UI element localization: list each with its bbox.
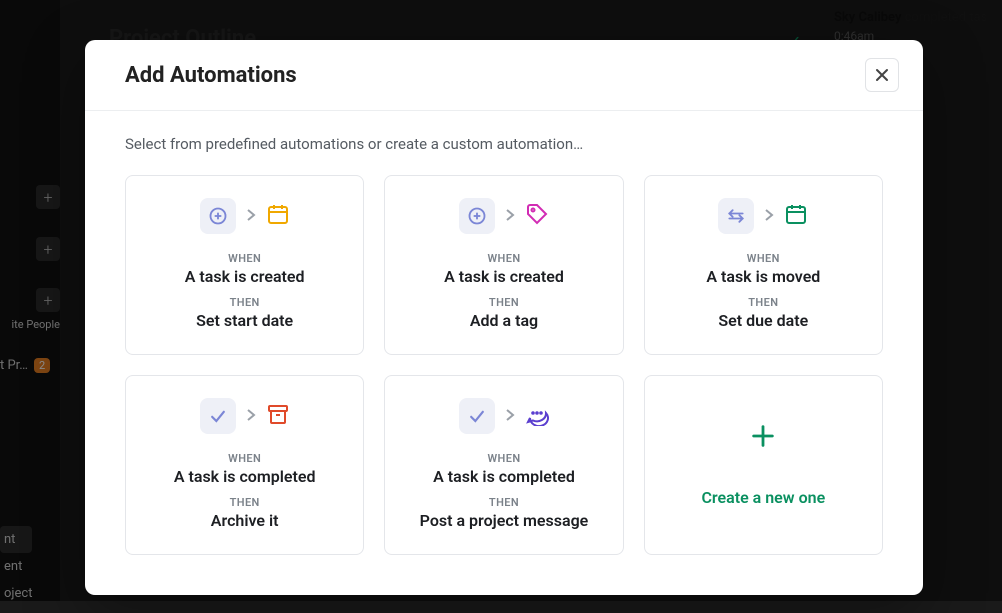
automation-cards: WHEN A task is created THEN Set start da… — [85, 153, 923, 595]
then-label: THEN — [138, 296, 351, 309]
chat-bubble-icon — [525, 402, 549, 430]
automation-card-moved-due-date[interactable]: WHEN A task is moved THEN Set due date — [644, 175, 883, 355]
when-label: WHEN — [657, 252, 870, 265]
when-text: A task is moved — [657, 267, 870, 286]
when-label: WHEN — [138, 452, 351, 465]
card-icons — [397, 398, 610, 434]
close-button[interactable] — [865, 58, 899, 92]
calendar-icon — [784, 202, 808, 230]
card-icons — [138, 398, 351, 434]
automation-card-completed-archive[interactable]: WHEN A task is completed THEN Archive it — [125, 375, 364, 555]
check-icon — [459, 398, 495, 434]
when-text: A task is completed — [397, 467, 610, 486]
modal-title: Add Automations — [125, 63, 297, 88]
automation-card-created-add-tag[interactable]: WHEN A task is created THEN Add a tag — [384, 175, 623, 355]
modal-header: Add Automations — [85, 40, 923, 111]
create-label: Create a new one — [701, 488, 825, 507]
calendar-icon — [266, 202, 290, 230]
check-icon — [200, 398, 236, 434]
create-automation-card[interactable]: Create a new one — [644, 375, 883, 555]
plus-icon — [749, 422, 777, 454]
card-icons — [138, 198, 351, 234]
when-text: A task is created — [397, 267, 610, 286]
swap-arrows-icon — [718, 198, 754, 234]
card-icons — [397, 198, 610, 234]
add-automations-modal: Add Automations Select from predefined a… — [85, 40, 923, 595]
then-text: Set due date — [657, 311, 870, 330]
close-icon — [875, 68, 889, 82]
automation-card-completed-post-message[interactable]: WHEN A task is completed THEN Post a pro… — [384, 375, 623, 555]
archive-icon — [266, 402, 290, 430]
then-text: Post a project message — [397, 511, 610, 530]
then-text: Add a tag — [397, 311, 610, 330]
plus-circle-icon — [200, 198, 236, 234]
chevron-right-icon — [505, 207, 515, 226]
tag-icon — [525, 202, 549, 230]
then-label: THEN — [657, 296, 870, 309]
chevron-right-icon — [246, 407, 256, 426]
when-label: WHEN — [397, 452, 610, 465]
then-label: THEN — [138, 496, 351, 509]
when-label: WHEN — [397, 252, 610, 265]
plus-circle-icon — [459, 198, 495, 234]
modal-subtitle: Select from predefined automations or cr… — [85, 111, 923, 153]
when-text: A task is created — [138, 267, 351, 286]
automation-card-created-start-date[interactable]: WHEN A task is created THEN Set start da… — [125, 175, 364, 355]
when-label: WHEN — [138, 252, 351, 265]
chevron-right-icon — [246, 207, 256, 226]
chevron-right-icon — [764, 207, 774, 226]
then-text: Set start date — [138, 311, 351, 330]
when-text: A task is completed — [138, 467, 351, 486]
then-label: THEN — [397, 296, 610, 309]
card-icons — [657, 198, 870, 234]
chevron-right-icon — [505, 407, 515, 426]
then-label: THEN — [397, 496, 610, 509]
then-text: Archive it — [138, 511, 351, 530]
